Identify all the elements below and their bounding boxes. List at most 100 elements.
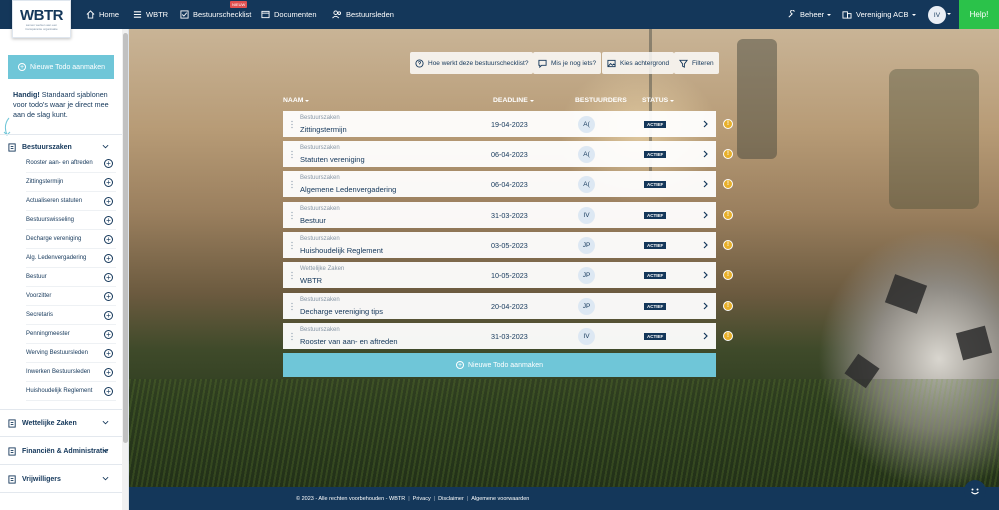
plus-circle-icon[interactable]: + — [104, 349, 113, 358]
sidebar-new-todo-button[interactable]: + Nieuwe Todo aanmaken — [8, 55, 114, 79]
chevron-right-icon[interactable] — [702, 271, 709, 279]
warning-icon[interactable]: ! — [723, 240, 733, 250]
how-it-works-button[interactable]: Hoe werkt deze bestuurschecklist? — [410, 52, 534, 74]
table-row[interactable]: Bestuurszaken Rooster van aan- en aftred… — [283, 323, 716, 349]
drag-handle-icon[interactable] — [291, 180, 293, 189]
warning-icon[interactable]: ! — [723, 210, 733, 220]
documents-icon — [261, 10, 270, 19]
chevron-right-icon[interactable] — [702, 211, 709, 219]
chevron-right-icon[interactable] — [702, 302, 709, 310]
nav-wbtr[interactable]: WBTR — [133, 0, 168, 29]
table-row[interactable]: Bestuurszaken Algemene Ledenvergadering … — [283, 171, 716, 197]
plus-circle-icon[interactable]: + — [104, 159, 113, 168]
table-row[interactable]: Bestuurszaken Decharge vereniging tips 2… — [283, 293, 716, 319]
edit-doc-icon — [8, 446, 16, 456]
warning-icon[interactable]: ! — [723, 270, 733, 280]
sidebar-item[interactable]: Werving Bestuursleden + — [26, 344, 116, 363]
drag-handle-icon[interactable] — [291, 302, 293, 311]
filter-button[interactable]: Filteren — [674, 52, 719, 74]
chevron-right-icon[interactable] — [702, 241, 709, 249]
sidebar-item[interactable]: Inwerken Bestuursleden + — [26, 363, 116, 382]
image-icon — [607, 59, 616, 67]
drag-handle-icon[interactable] — [291, 211, 293, 220]
status-badge: ACTIEF — [644, 242, 667, 249]
sidebar-item-label: Rooster aan- en aftreden — [26, 160, 93, 166]
plus-circle-icon[interactable]: + — [104, 330, 113, 339]
plus-circle-icon[interactable]: + — [104, 197, 113, 206]
sidebar-item[interactable]: Penningmeester + — [26, 325, 116, 344]
privacy-link[interactable]: Privacy — [413, 496, 431, 502]
sidebar-item[interactable]: Zittingstermijn + — [26, 173, 116, 192]
sidebar-item[interactable]: Alg. Ledenvergadering + — [26, 249, 116, 268]
sort-icon — [529, 99, 534, 102]
plus-circle-icon[interactable]: + — [104, 235, 113, 244]
chevron-right-icon[interactable] — [702, 120, 709, 128]
sidebar-item[interactable]: Bestuurswisseling + — [26, 211, 116, 230]
sidebar-item[interactable]: Secretaris + — [26, 306, 116, 325]
nav-checklist[interactable]: Bestuurschecklist NIEUW — [180, 0, 251, 29]
nav-manage[interactable]: Beheer — [787, 0, 832, 29]
new-todo-button[interactable]: + Nieuwe Todo aanmaken — [283, 353, 716, 377]
table-row[interactable]: Bestuurszaken Statuten vereniging 06-04-… — [283, 141, 716, 167]
disclaimer-link[interactable]: Disclaimer — [438, 496, 464, 502]
chat-widget-button[interactable] — [964, 480, 986, 502]
table-row[interactable]: Bestuurszaken Huishoudelijk Reglement 03… — [283, 232, 716, 258]
sidebar-item[interactable]: Huishoudelijk Reglement + — [26, 382, 116, 401]
sidebar-item[interactable]: Decharge vereniging + — [26, 230, 116, 249]
sidebar-scrollbar[interactable] — [122, 29, 128, 510]
caret-down-icon[interactable] — [947, 13, 951, 15]
sidebar-item[interactable]: Bestuur + — [26, 268, 116, 287]
wbtr-logo[interactable]: WBTR samen werken aan een transparante o… — [12, 0, 71, 38]
scrollbar-thumb[interactable] — [123, 33, 128, 443]
user-avatar[interactable]: IV — [928, 6, 946, 24]
column-header-status[interactable]: STATUS — [642, 97, 675, 104]
chevron-right-icon[interactable] — [702, 332, 709, 340]
table-row[interactable]: Wettelijke Zaken WBTR 10-05-2023 JP ACTI… — [283, 262, 716, 288]
table-row[interactable]: Bestuurszaken Zittingstermijn 19-04-2023… — [283, 111, 716, 137]
drag-handle-icon[interactable] — [291, 120, 293, 129]
table-row[interactable]: Bestuurszaken Bestuur 31-03-2023 IV ACTI… — [283, 202, 716, 228]
warning-icon[interactable]: ! — [723, 119, 733, 129]
sidebar-section-vrijwilligers[interactable]: Vrijwilligers — [8, 470, 118, 488]
drag-handle-icon[interactable] — [291, 150, 293, 159]
nav-home[interactable]: Home — [86, 0, 119, 29]
plus-circle-icon[interactable]: + — [104, 254, 113, 263]
plus-circle-icon[interactable]: + — [104, 387, 113, 396]
drag-handle-icon[interactable] — [291, 241, 293, 250]
warning-icon[interactable]: ! — [723, 149, 733, 159]
chevron-right-icon[interactable] — [702, 150, 709, 158]
row-title: Rooster van aan- en aftreden — [300, 337, 398, 346]
edit-doc-icon — [8, 142, 16, 152]
plus-circle-icon[interactable]: + — [104, 292, 113, 301]
chevron-right-icon[interactable] — [702, 180, 709, 188]
row-category: Bestuurszaken — [300, 297, 340, 303]
sidebar-section-financien[interactable]: Financiën & Administratie — [8, 442, 118, 460]
nav-organisation[interactable]: Vereniging ACB — [842, 0, 916, 29]
plus-circle-icon[interactable]: + — [104, 216, 113, 225]
help-button[interactable]: Help! — [959, 0, 999, 29]
sidebar-item[interactable]: Rooster aan- en aftreden + — [26, 154, 116, 173]
warning-icon[interactable]: ! — [723, 301, 733, 311]
sidebar-section-wettelijke-zaken[interactable]: Wettelijke Zaken — [8, 414, 118, 432]
assignee-avatar: JP — [578, 237, 595, 254]
status-badge: ACTIEF — [644, 151, 667, 158]
status-badge: ACTIEF — [644, 333, 667, 340]
warning-icon[interactable]: ! — [723, 331, 733, 341]
sidebar-item[interactable]: Actualiseren statuten + — [26, 192, 116, 211]
nav-documents[interactable]: Documenten — [261, 0, 317, 29]
drag-handle-icon[interactable] — [291, 332, 293, 341]
plus-circle-icon[interactable]: + — [104, 273, 113, 282]
column-header-deadline[interactable]: DEADLINE — [493, 97, 534, 104]
plus-circle-icon[interactable]: + — [104, 368, 113, 377]
warning-icon[interactable]: ! — [723, 179, 733, 189]
missing-something-button[interactable]: Mis je nog iets? — [533, 52, 602, 74]
sidebar-item[interactable]: Voorzitter + — [26, 287, 116, 306]
drag-handle-icon[interactable] — [291, 271, 293, 280]
column-header-name[interactable]: NAAM — [283, 97, 310, 104]
plus-circle-icon[interactable]: + — [104, 311, 113, 320]
checkbox-icon — [180, 10, 189, 19]
plus-circle-icon[interactable]: + — [104, 178, 113, 187]
choose-background-button[interactable]: Kies achtergrond — [602, 52, 675, 74]
terms-link[interactable]: Algemene voorwaarden — [471, 496, 529, 502]
nav-members[interactable]: Bestuursleden — [332, 0, 394, 29]
